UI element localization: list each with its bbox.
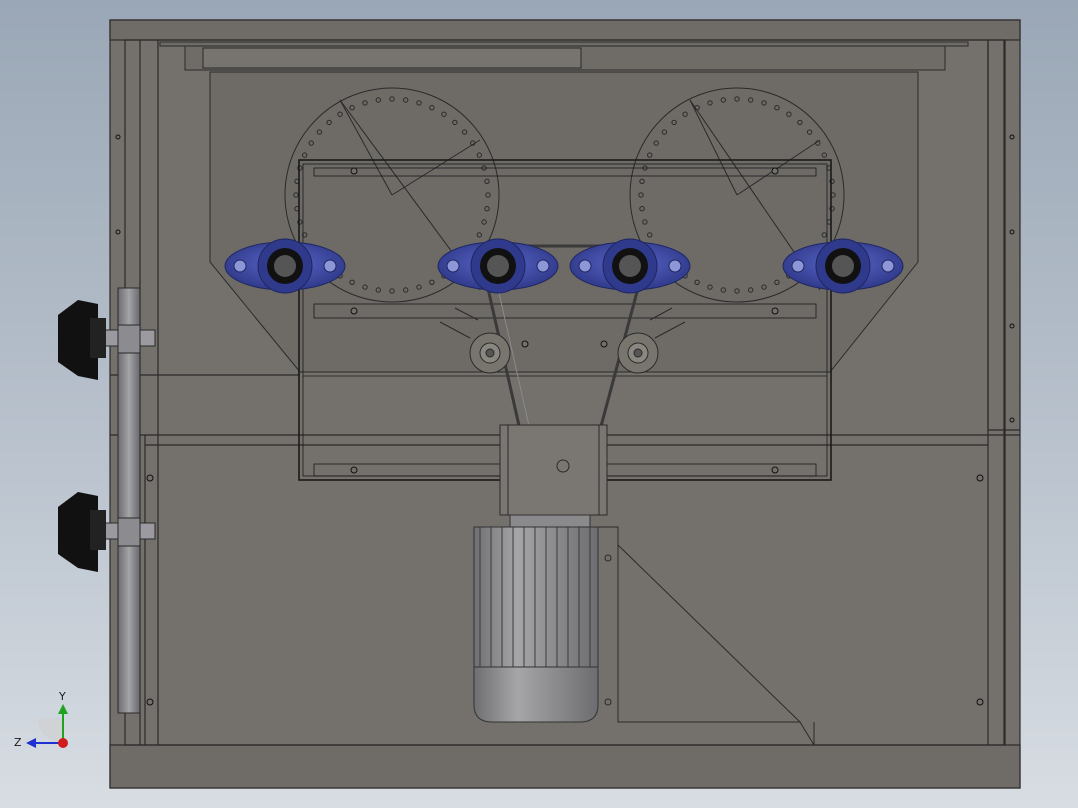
control-knob-top[interactable]	[58, 300, 106, 380]
z-axis-label: Z	[14, 736, 22, 749]
electric-motor	[473, 514, 599, 723]
y-axis-label: Y	[58, 690, 66, 703]
cad-viewport[interactable]: Y Z	[0, 0, 1078, 808]
hopper	[209, 71, 919, 373]
orientation-triad[interactable]: Y Z	[14, 690, 68, 749]
control-knob-bottom[interactable]	[58, 492, 106, 572]
gearbox	[499, 424, 608, 516]
x-axis-dot	[58, 738, 68, 748]
machine-drawing: Y Z	[14, 19, 1021, 789]
top-rails	[159, 41, 969, 71]
